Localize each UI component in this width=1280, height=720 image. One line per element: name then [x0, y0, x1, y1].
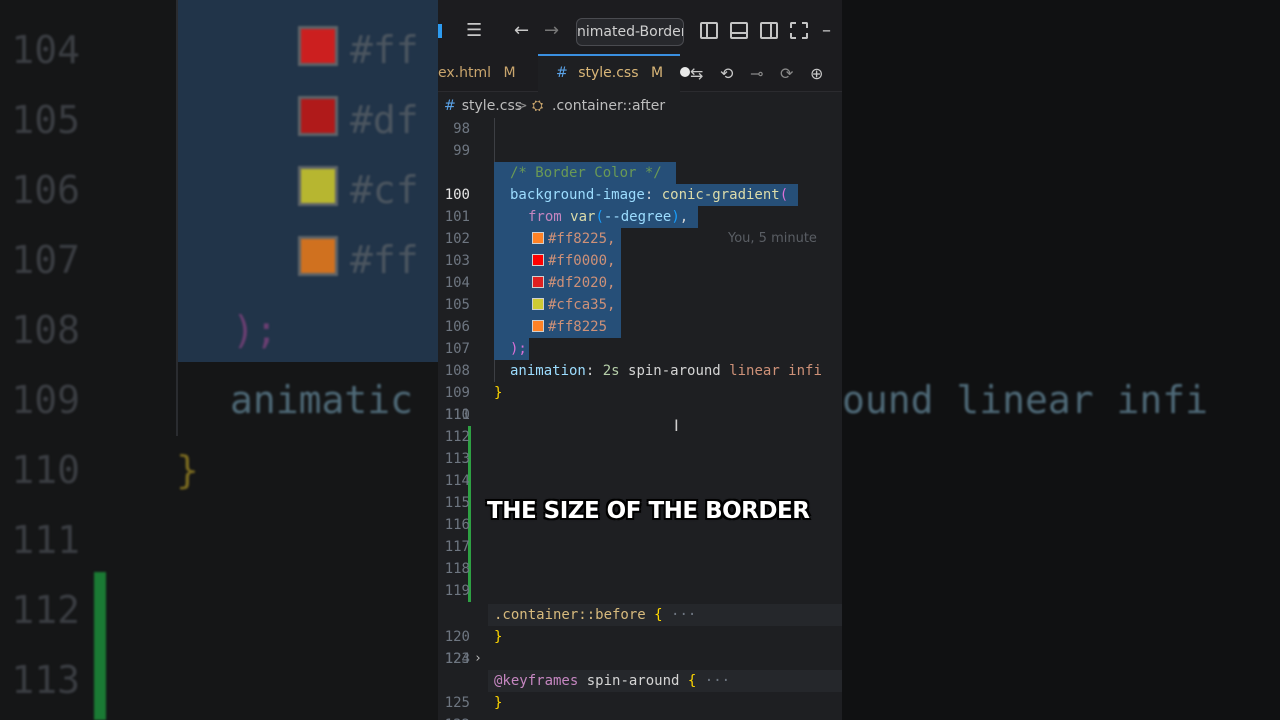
minimize-button[interactable]: –: [822, 20, 831, 42]
css-file-icon: #: [444, 98, 456, 114]
background-line-number: 106: [11, 168, 80, 212]
background-color-swatch: [298, 96, 338, 136]
line-number: 98: [453, 121, 470, 137]
background-color-swatch: [298, 236, 338, 276]
line-number: 117: [444, 539, 470, 555]
breadcrumb: # style.css > ⛭ .container::after: [438, 94, 842, 118]
color-swatch[interactable]: [532, 276, 544, 288]
search-text: nimated-Border -: [577, 24, 684, 40]
toggle-primary-sidebar-icon[interactable]: [700, 22, 718, 39]
line-number: 124: [444, 651, 470, 667]
background-code: #ff: [350, 28, 419, 72]
background-color-swatch: [298, 166, 338, 206]
text-cursor-icon: I: [674, 416, 679, 435]
color-value-line: #cfca35,: [494, 294, 622, 316]
code-line: }: [494, 629, 503, 645]
background-line-number: 104: [11, 28, 80, 72]
color-swatch[interactable]: [532, 320, 544, 332]
background-line-number: 110: [11, 448, 80, 492]
background-diff-bar: [94, 572, 106, 720]
line-number: 113: [444, 451, 470, 467]
gitlens-icon[interactable]: ⊕: [810, 64, 823, 83]
line-number: 116: [444, 517, 470, 533]
background-line-number: 108: [11, 308, 80, 352]
breadcrumb-file[interactable]: # style.css: [444, 94, 522, 118]
toggle-secondary-sidebar-icon[interactable]: [760, 22, 778, 39]
line-number: 132: [438, 714, 470, 720]
vscode-logo-icon: [438, 24, 442, 38]
code-editor: ☰ ← → nimated-Border - – ex.html M # sty…: [438, 0, 842, 720]
tab-style-css[interactable]: # style.css M: [538, 54, 690, 92]
tab-index-html[interactable]: ex.html M: [438, 54, 536, 92]
unsaved-dot-icon[interactable]: [679, 67, 690, 77]
background-code: #cf: [350, 168, 419, 212]
arrow-right-icon[interactable]: →: [544, 20, 559, 42]
code-line: }: [494, 695, 503, 711]
background-line-number: 109: [11, 378, 80, 422]
line-number: 115: [444, 495, 470, 511]
color-swatch[interactable]: [532, 254, 544, 266]
breadcrumb-symbol[interactable]: .container::after: [552, 94, 665, 118]
tab-badge: M: [650, 65, 664, 81]
color-value-line: #ff8225,: [494, 228, 622, 250]
tab-badge: M: [503, 65, 516, 81]
background-color-swatch: [298, 26, 338, 66]
line-number: 111: [444, 407, 470, 423]
code-line: .container::before { ···: [494, 607, 697, 623]
code-line: animation: 2s spin-around linear infi: [510, 363, 822, 379]
background-code: }: [176, 448, 199, 492]
code-line: }: [494, 385, 503, 401]
background-line-number: 113: [11, 658, 80, 702]
background-line-number: 105: [11, 98, 80, 142]
background-line-number: 107: [11, 238, 80, 282]
code-line: @keyframes spin-around { ···: [494, 673, 731, 689]
line-number: 112: [444, 429, 470, 445]
arrow-left-icon[interactable]: ←: [514, 20, 529, 42]
git-commit-icon[interactable]: ⊸: [750, 64, 763, 83]
breadcrumb-separator: >: [516, 98, 528, 114]
line-number: 118: [444, 561, 470, 577]
background-right-panel: [842, 0, 1280, 720]
git-previous-change-icon[interactable]: ⟲: [720, 64, 733, 83]
code-line: from var(--degree),: [494, 206, 699, 228]
line-number: 99: [453, 143, 470, 159]
symbol-icon: ⛭: [532, 98, 544, 114]
hamburger-icon[interactable]: ☰: [466, 20, 482, 42]
tab-label: ex.html: [438, 65, 491, 81]
line-number: 114: [444, 473, 470, 489]
git-next-change-icon[interactable]: ⟳: [780, 64, 793, 83]
code-line: );: [494, 338, 529, 360]
background-code: );: [232, 308, 278, 352]
background-code: #ff: [350, 238, 419, 282]
background-line-number: 112: [11, 588, 80, 632]
background-code: ound linear infi: [842, 378, 1209, 422]
background-code: #df: [350, 98, 419, 142]
code-line: background-image: conic-gradient(: [494, 184, 799, 206]
color-swatch[interactable]: [532, 232, 544, 244]
code-comment: /* Border Color */: [494, 162, 676, 184]
code-area[interactable]: 98 99 100 /* Border Color */ You, 5 minu…: [438, 118, 842, 720]
source-control-compare-icon[interactable]: ⇆: [690, 64, 703, 83]
background-guide: [176, 0, 178, 436]
customize-layout-icon[interactable]: [790, 22, 808, 39]
video-caption: THE SIZE OF THE BORDER: [487, 498, 810, 524]
command-center-search[interactable]: nimated-Border -: [576, 18, 684, 46]
color-value-line: #ff8225: [494, 316, 622, 338]
line-number: 119: [444, 583, 470, 599]
color-swatch[interactable]: [532, 298, 544, 310]
css-file-icon: #: [556, 65, 568, 81]
color-value-line: #ff0000,: [494, 250, 622, 272]
background-line-number: 111: [11, 518, 80, 562]
tab-label: style.css: [578, 65, 639, 81]
title-bar: ☰ ← → nimated-Border - –: [438, 0, 842, 54]
background-code: animatic: [230, 378, 414, 422]
toggle-panel-icon[interactable]: [730, 22, 748, 39]
color-value-line: #df2020,: [494, 272, 622, 294]
